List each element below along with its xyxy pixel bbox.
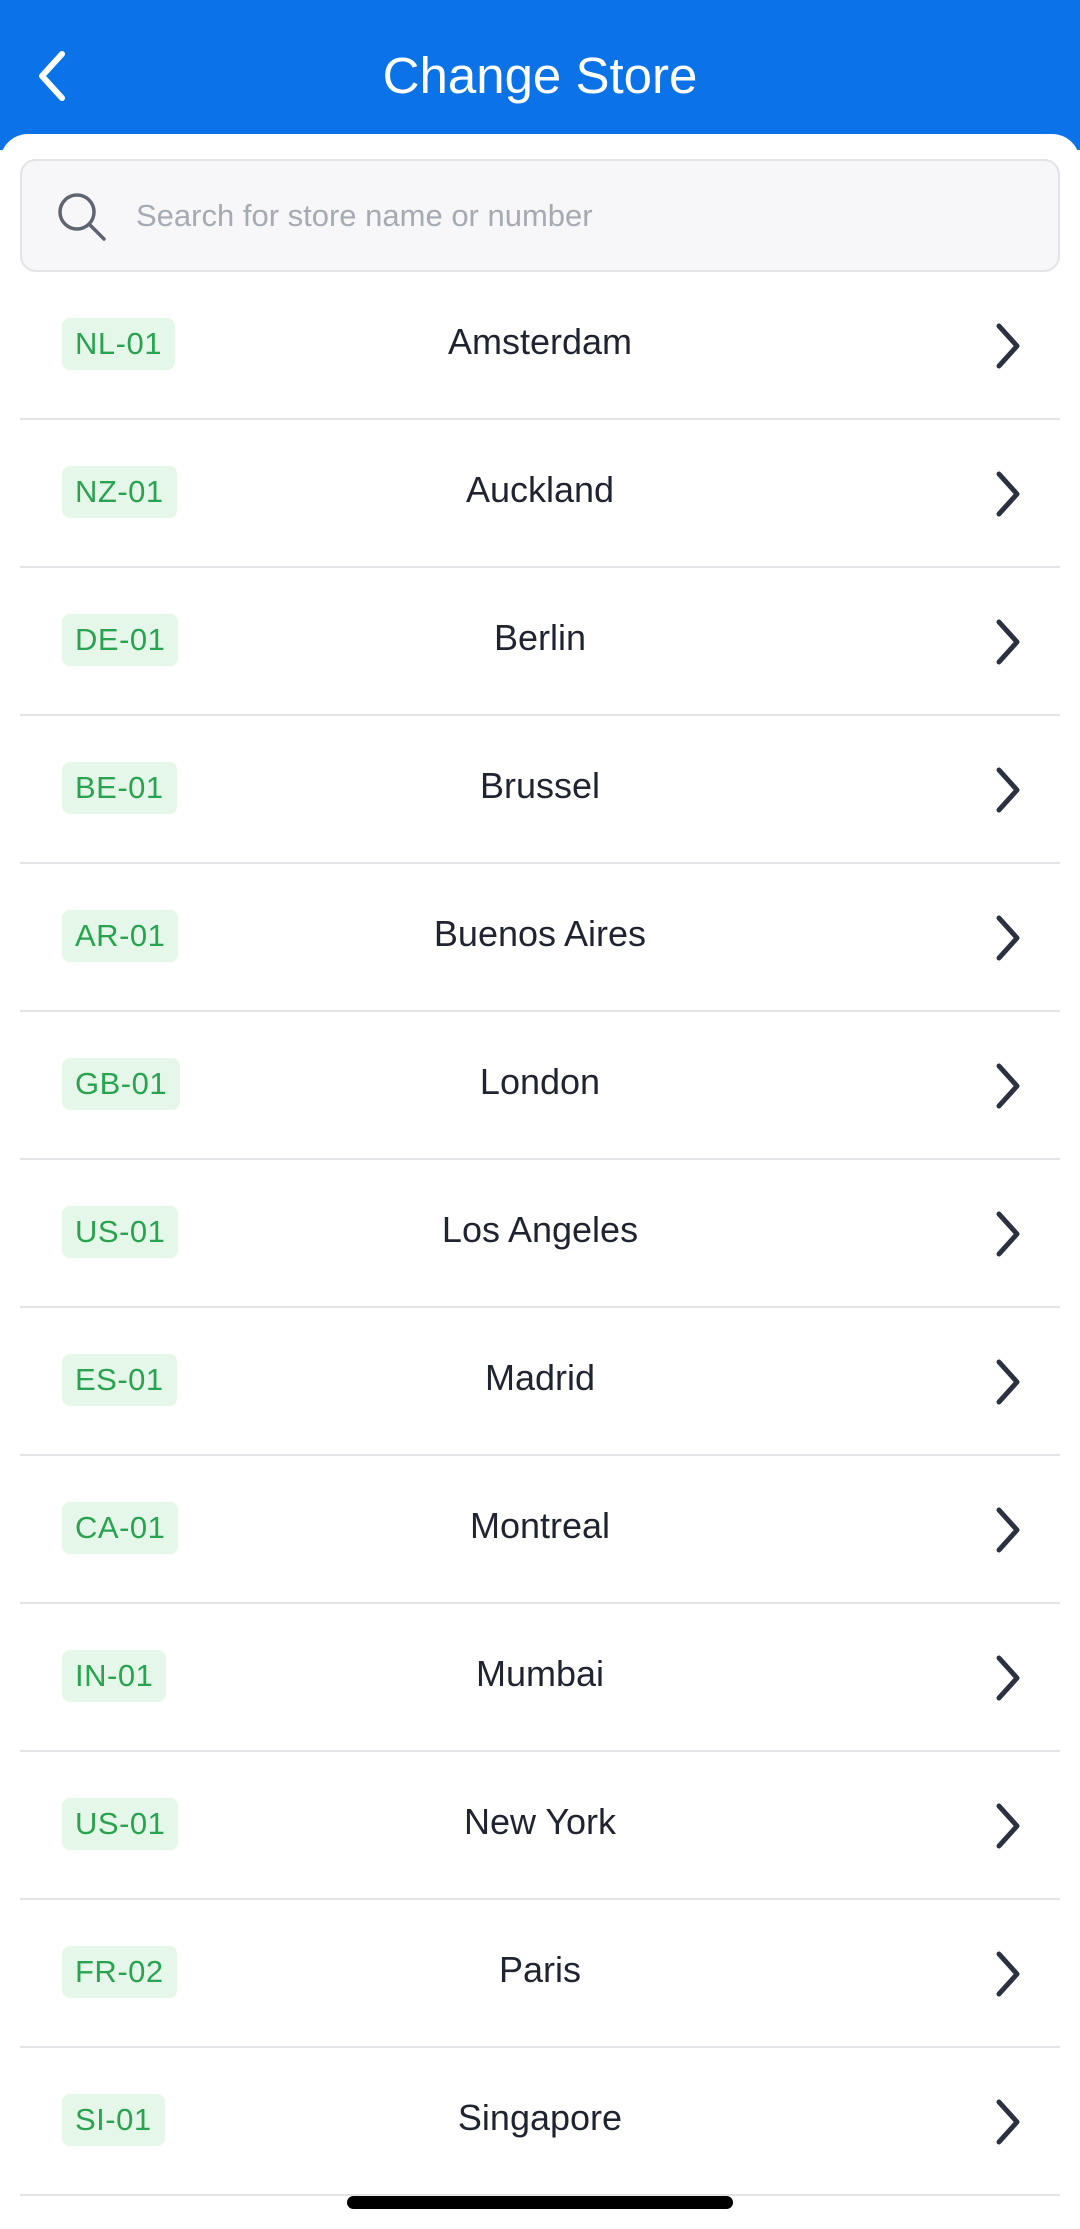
store-code-badge: US-01: [62, 1798, 179, 1850]
chevron-right-icon: [970, 1790, 1046, 1862]
chevron-right-icon: [970, 1346, 1046, 1418]
store-code-badge: ES-01: [62, 1354, 177, 1406]
chevron-right-icon: [970, 2086, 1046, 2158]
store-name: Auckland: [465, 469, 615, 510]
store-code-badge: DE-01: [62, 614, 179, 666]
store-row[interactable]: FR-02 Paris: [20, 1900, 1060, 2048]
store-row[interactable]: ES-01 Madrid: [20, 1308, 1060, 1456]
store-name: Los Angeles: [441, 1209, 639, 1250]
store-code-badge: BE-01: [62, 762, 177, 814]
chevron-right-icon: [970, 1050, 1046, 1122]
store-code-badge: US-01: [62, 1206, 179, 1258]
store-code-badge: NL-01: [62, 318, 175, 370]
store-code-badge: FR-02: [62, 1946, 177, 1998]
store-code-badge: AR-01: [62, 910, 179, 962]
store-name: Mumbai: [475, 1653, 605, 1694]
store-code-badge: GB-01: [62, 1058, 181, 1110]
store-name: Brussel: [479, 765, 601, 806]
store-row[interactable]: US-01 Los Angeles: [20, 1160, 1060, 1308]
chevron-right-icon: [970, 606, 1046, 678]
store-row[interactable]: BE-01 Brussel: [20, 716, 1060, 864]
store-row[interactable]: IN-01 Mumbai: [20, 1604, 1060, 1752]
chevron-right-icon: [970, 458, 1046, 530]
search-bar[interactable]: [20, 159, 1060, 272]
store-name: Montreal: [469, 1505, 611, 1546]
chevron-right-icon: [970, 754, 1046, 826]
store-row[interactable]: DE-01 Berlin: [20, 568, 1060, 716]
store-name: London: [479, 1061, 601, 1102]
store-name: Amsterdam: [447, 321, 633, 362]
store-row[interactable]: SI-01 Singapore: [20, 2048, 1060, 2196]
store-row[interactable]: NZ-01 Auckland: [20, 420, 1060, 568]
search-input[interactable]: [136, 161, 1036, 270]
chevron-right-icon: [970, 1494, 1046, 1566]
chevron-right-icon: [970, 1642, 1046, 1714]
store-row[interactable]: US-01 New York: [20, 1752, 1060, 1900]
store-name: Paris: [498, 1949, 582, 1990]
store-name: Madrid: [484, 1357, 596, 1398]
store-name: New York: [463, 1801, 617, 1842]
app-header: Change Store: [0, 0, 1080, 150]
store-name: Berlin: [493, 617, 587, 658]
chevron-right-icon: [970, 310, 1046, 382]
chevron-right-icon: [970, 1938, 1046, 2010]
chevron-right-icon: [970, 902, 1046, 974]
search-icon: [58, 193, 106, 241]
store-row[interactable]: NL-01 Amsterdam: [20, 272, 1060, 420]
store-code-badge: SI-01: [62, 2094, 165, 2146]
store-name: Buenos Aires: [433, 913, 647, 954]
store-list: NL-01 Amsterdam NZ-01 Auckland DE-01 Berlin BE…: [20, 272, 1060, 2196]
store-row[interactable]: GB-01 London: [20, 1012, 1060, 1160]
store-row[interactable]: CA-01 Montreal: [20, 1456, 1060, 1604]
store-code-badge: CA-01: [62, 1502, 179, 1554]
store-code-badge: NZ-01: [62, 466, 177, 518]
page-title: Change Store: [382, 47, 698, 104]
store-code-badge: IN-01: [62, 1650, 167, 1702]
store-row[interactable]: AR-01 Buenos Aires: [20, 864, 1060, 1012]
home-indicator[interactable]: [347, 2196, 733, 2209]
chevron-right-icon: [970, 1198, 1046, 1270]
store-name: Singapore: [457, 2097, 623, 2138]
